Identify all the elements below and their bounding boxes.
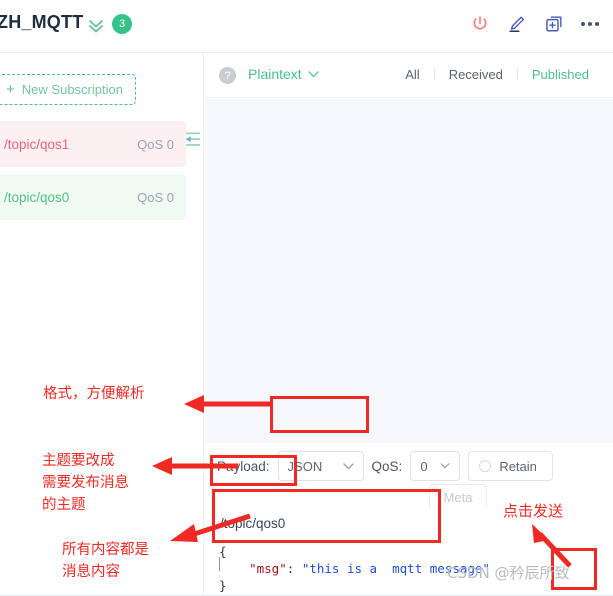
retain-label: Retain — [499, 458, 537, 474]
subscription-topic: /topic/qos0 — [4, 189, 70, 205]
new-subscription-button[interactable]: + New Subscription — [0, 74, 136, 105]
editor-colon: : — [286, 561, 302, 576]
tab-all[interactable]: All — [391, 67, 433, 82]
editor-caret — [219, 557, 220, 571]
collapse-panel-icon[interactable] — [184, 132, 201, 147]
chevron-double-down-icon[interactable] — [86, 16, 106, 36]
payload-format-value: JSON — [287, 458, 323, 474]
tab-received[interactable]: Received — [435, 67, 517, 82]
retain-indicator-icon — [479, 460, 492, 472]
annotation-format: 格式，方便解析 — [43, 386, 145, 402]
qos-select[interactable]: 0 — [410, 451, 461, 481]
publish-controls: Payload: JSON QoS: 0 Retain — [205, 444, 613, 488]
retain-checkbox[interactable]: Retain — [468, 451, 554, 481]
top-bar-actions — [470, 14, 599, 34]
duplicate-add-icon[interactable] — [544, 14, 564, 34]
tab-published[interactable]: Published — [518, 67, 603, 82]
subscription-item-topic-qos1[interactable]: /topic/qos1 QoS 0 — [0, 121, 186, 167]
chevron-down-icon — [440, 463, 450, 469]
format-select[interactable]: Plaintext — [248, 66, 319, 82]
message-panel-header: ? Plaintext All Received Published — [205, 53, 613, 98]
payload-label: Payload: — [217, 458, 270, 474]
edit-pencil-icon[interactable] — [507, 14, 527, 34]
power-icon[interactable] — [470, 14, 490, 34]
help-icon[interactable]: ? — [219, 67, 236, 84]
subscription-item-topic-qos0[interactable]: /topic/qos0 QoS 0 — [0, 174, 186, 220]
subscription-topic: /topic/qos1 — [4, 136, 70, 152]
annotation-send: 点击发送 — [503, 502, 564, 520]
qos-value: 0 — [420, 458, 428, 474]
qos-label: QoS: — [371, 458, 403, 474]
plus-icon: + — [6, 81, 15, 98]
message-list[interactable] — [205, 99, 613, 443]
connection-title: ZH_MQTT — [0, 12, 84, 32]
editor-indent — [219, 561, 249, 576]
annotation-content: 所有内容都是 消息内容 — [62, 542, 149, 580]
editor-key: "msg" — [249, 561, 287, 576]
editor-line-close: } — [219, 578, 227, 593]
top-bar: ZH_MQTT 3 — [0, 0, 613, 52]
message-filter-tabs: All Received Published — [391, 67, 603, 82]
meta-button[interactable]: Meta — [429, 484, 487, 511]
subscription-qos: QoS 0 — [137, 136, 174, 152]
chevron-down-icon — [308, 70, 319, 77]
status-badge: 3 — [112, 14, 132, 34]
subscription-qos: QoS 0 — [137, 189, 174, 205]
mqttx-window: ZH_MQTT 3 + New Subscription /topic/qos1… — [0, 0, 613, 596]
format-select-value: Plaintext — [248, 66, 302, 82]
payload-format-select[interactable]: JSON — [277, 451, 364, 481]
annotation-topic: 主题要改成 需要发布消息 的主题 — [42, 453, 129, 513]
new-subscription-label: New Subscription — [21, 82, 123, 97]
watermark: CSDN @矜辰所致 — [447, 564, 570, 582]
editor-line-open: { — [219, 544, 227, 559]
chevron-down-icon — [342, 462, 354, 469]
more-ellipsis-icon[interactable] — [581, 14, 599, 34]
